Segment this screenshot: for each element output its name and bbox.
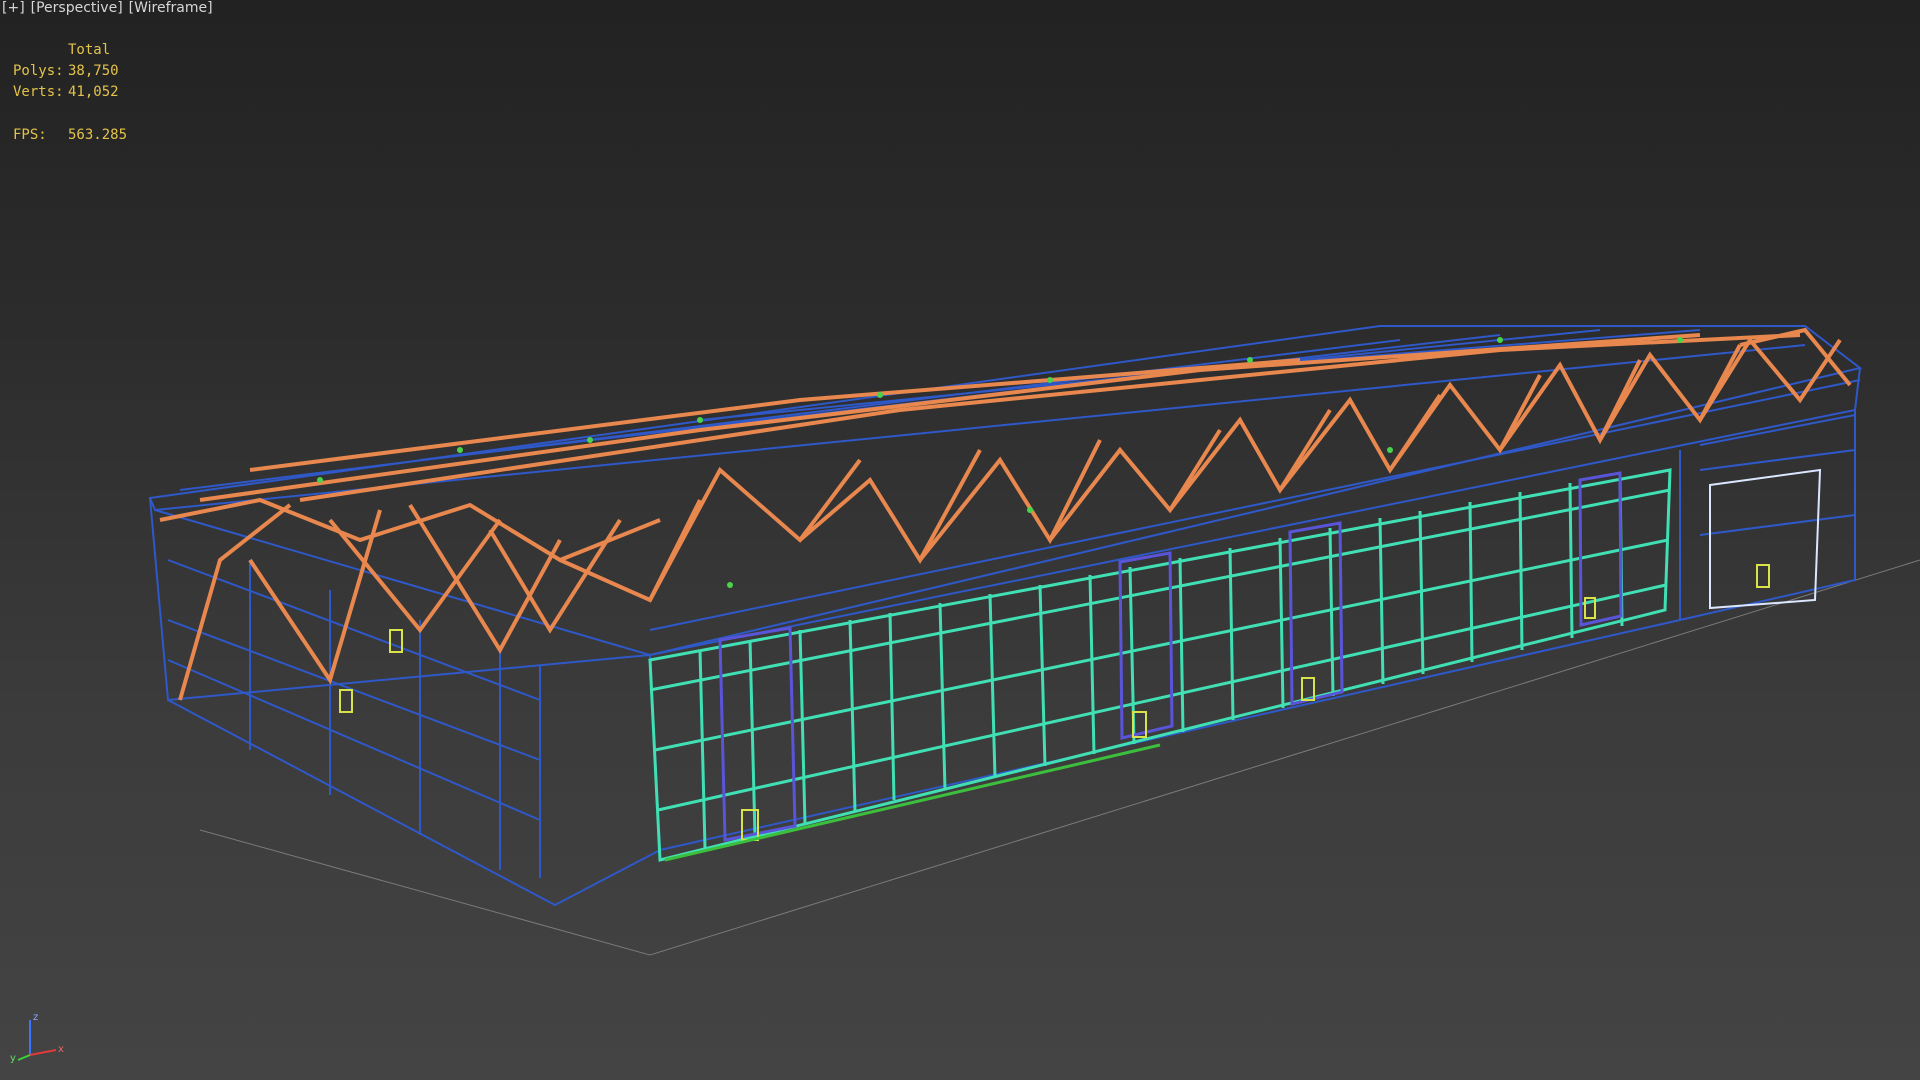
axis-x-label: x — [58, 1044, 64, 1055]
small-doors — [339, 564, 1770, 841]
wireframe-hangar-model[interactable] — [0, 0, 1920, 1080]
ground-trim — [664, 743, 1161, 862]
ground-grid — [199, 559, 1920, 956]
axis-gizmo-icon[interactable]: z x y — [8, 1005, 68, 1065]
hangar-doors — [648, 468, 1822, 862]
axis-y-label: y — [10, 1053, 16, 1064]
roof-trusses — [159, 327, 1852, 701]
axis-z-label: z — [33, 1012, 38, 1023]
